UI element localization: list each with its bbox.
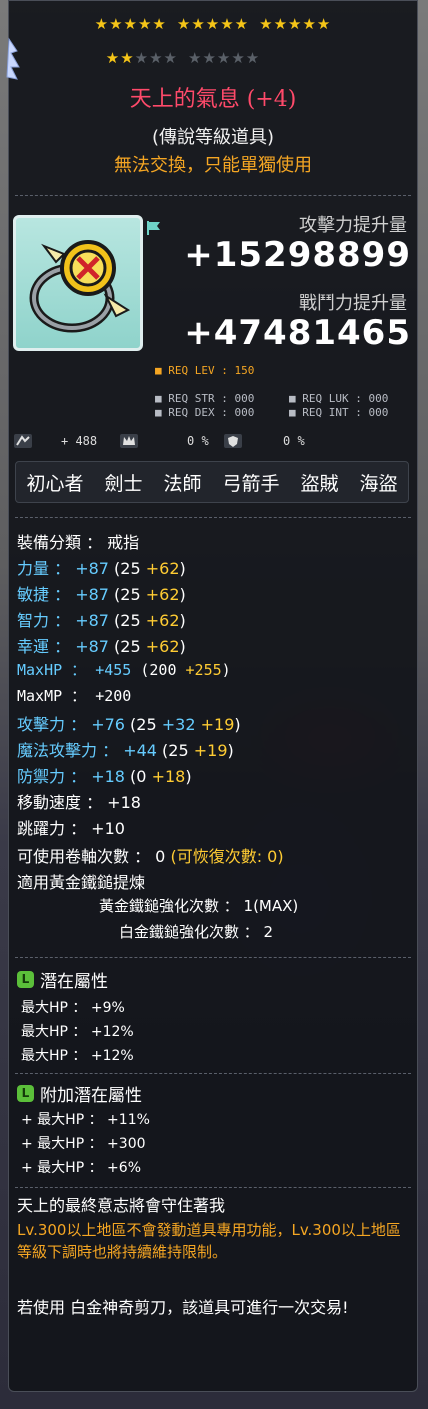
stat-luk: 幸運 ： +87 (25 +62) (17, 637, 186, 656)
misc-value-2: 0 % (187, 434, 209, 448)
additional-line-2: + 最大HP ： +300 (21, 1136, 146, 1152)
stat-defense: 防禦力 ： +18 (0 +18) (17, 767, 192, 786)
attack-increase-label: 攻擊力提升量 (299, 215, 407, 236)
misc-value-1: + 488 (61, 434, 98, 448)
trade-restriction: 無法交換，只能單獨使用 (114, 155, 312, 176)
item-name: 天上的氣息 (+4) (129, 87, 297, 112)
shield-icon (224, 434, 242, 448)
potential-line-3: 最大HP ： +12% (21, 1048, 134, 1064)
misc-stats-row: + 488 0 % 0 % (9, 429, 417, 455)
legendary-grade-icon: L (17, 1085, 34, 1102)
flag-icon (147, 221, 160, 235)
stat-attack: 攻擊力 ： +76 (25 +32 +19) (17, 715, 241, 734)
divider (15, 195, 411, 196)
attack-increase-value: +15298899 (184, 235, 411, 275)
battle-power-value: +47481465 (184, 313, 411, 353)
stat-dex: 敏捷 ： +87 (25 +62) (17, 585, 186, 604)
job-beginner: 初心者 (26, 472, 84, 495)
hammer-applied: 適用黃金鐵鎚提煉 (17, 873, 146, 892)
gold-hammer-count: 黃金鐵鎚強化次數 ： 1(MAX) (99, 897, 299, 915)
job-warrior: 劍士 (104, 472, 143, 495)
item-icon-frame (13, 215, 143, 351)
hands-icon (14, 434, 32, 448)
legendary-grade-icon: L (17, 971, 34, 988)
req-int: ■ REQ INT : 000 (289, 406, 389, 419)
stat-jump: 跳躍力 ： +10 (17, 819, 125, 838)
item-tooltip: ★★★★★ ★★★★★ ★★★★★ ★★★★★ ★★★★★ 天上的氣息 (+4) (傳… (6, 0, 418, 1392)
req-dex: ■ REQ DEX : 000 (155, 406, 255, 419)
divider (15, 1187, 411, 1188)
divider (15, 1073, 411, 1074)
level-restriction-note: Lv.300以上地區不會發動道具專用功能，Lv.300以上地區等級下調時也將持續… (17, 1221, 401, 1261)
stat-str: 力量 ： +87 (25 +62) (17, 559, 186, 578)
stat-magic-attack: 魔法攻擊力 ： +44 (25 +19) (17, 741, 234, 760)
potential-line-2: 最大HP ： +12% (21, 1024, 134, 1040)
req-luk: ■ REQ LUK : 000 (289, 392, 389, 405)
equip-category: 裝備分類 ： 戒指 (17, 533, 140, 552)
battle-power-label: 戰鬥力提升量 (299, 293, 407, 314)
scissors-note: 若使用 白金神奇剪刀，該道具可進行一次交易! (17, 1298, 349, 1317)
divider (15, 517, 411, 518)
platinum-hammer-count: 白金鐵鎚強化次數 ： 2 (119, 923, 274, 941)
additional-potential-header: L 附加潛在屬性 (17, 1081, 142, 1106)
scroll-slots: 可使用卷軸次數 ： 0 (可恢復次數: 0) (17, 847, 284, 866)
job-thief: 盜賊 (300, 472, 339, 495)
item-grade: (傳說等級道具) (151, 127, 275, 148)
job-bowman: 弓箭手 (222, 472, 280, 495)
star-force-row-2: ★★★★★ ★★★★★ (105, 49, 261, 67)
item-description: 天上的最終意志將會守住著我 (17, 1196, 226, 1215)
job-magician: 法師 (163, 472, 202, 495)
ring-icon (29, 240, 131, 333)
stat-int: 智力 ： +87 (25 +62) (17, 611, 186, 630)
divider (15, 957, 411, 958)
req-level: ■ REQ LEV : 150 (155, 364, 255, 377)
additional-line-3: + 最大HP ： +6% (21, 1160, 141, 1176)
job-pirate: 海盜 (359, 472, 398, 495)
crown-icon (120, 434, 138, 448)
potential-line-1: 最大HP ： +9% (21, 1000, 125, 1016)
stat-maxhp: MaxHP ： +455 (200 +255) (17, 661, 231, 679)
misc-value-3: 0 % (283, 434, 305, 448)
stat-maxmp: MaxMP ： +200 (17, 687, 132, 705)
stat-speed: 移動速度 ： +18 (17, 793, 141, 812)
req-str: ■ REQ STR : 000 (155, 392, 255, 405)
potential-header: L 潛在屬性 (17, 967, 108, 992)
star-force-row-1: ★★★★★ ★★★★★ ★★★★★ (94, 15, 332, 33)
job-restriction-bar: 初心者 劍士 法師 弓箭手 盜賊 海盜 (15, 461, 409, 503)
additional-line-1: + 最大HP ： +11% (21, 1112, 150, 1128)
